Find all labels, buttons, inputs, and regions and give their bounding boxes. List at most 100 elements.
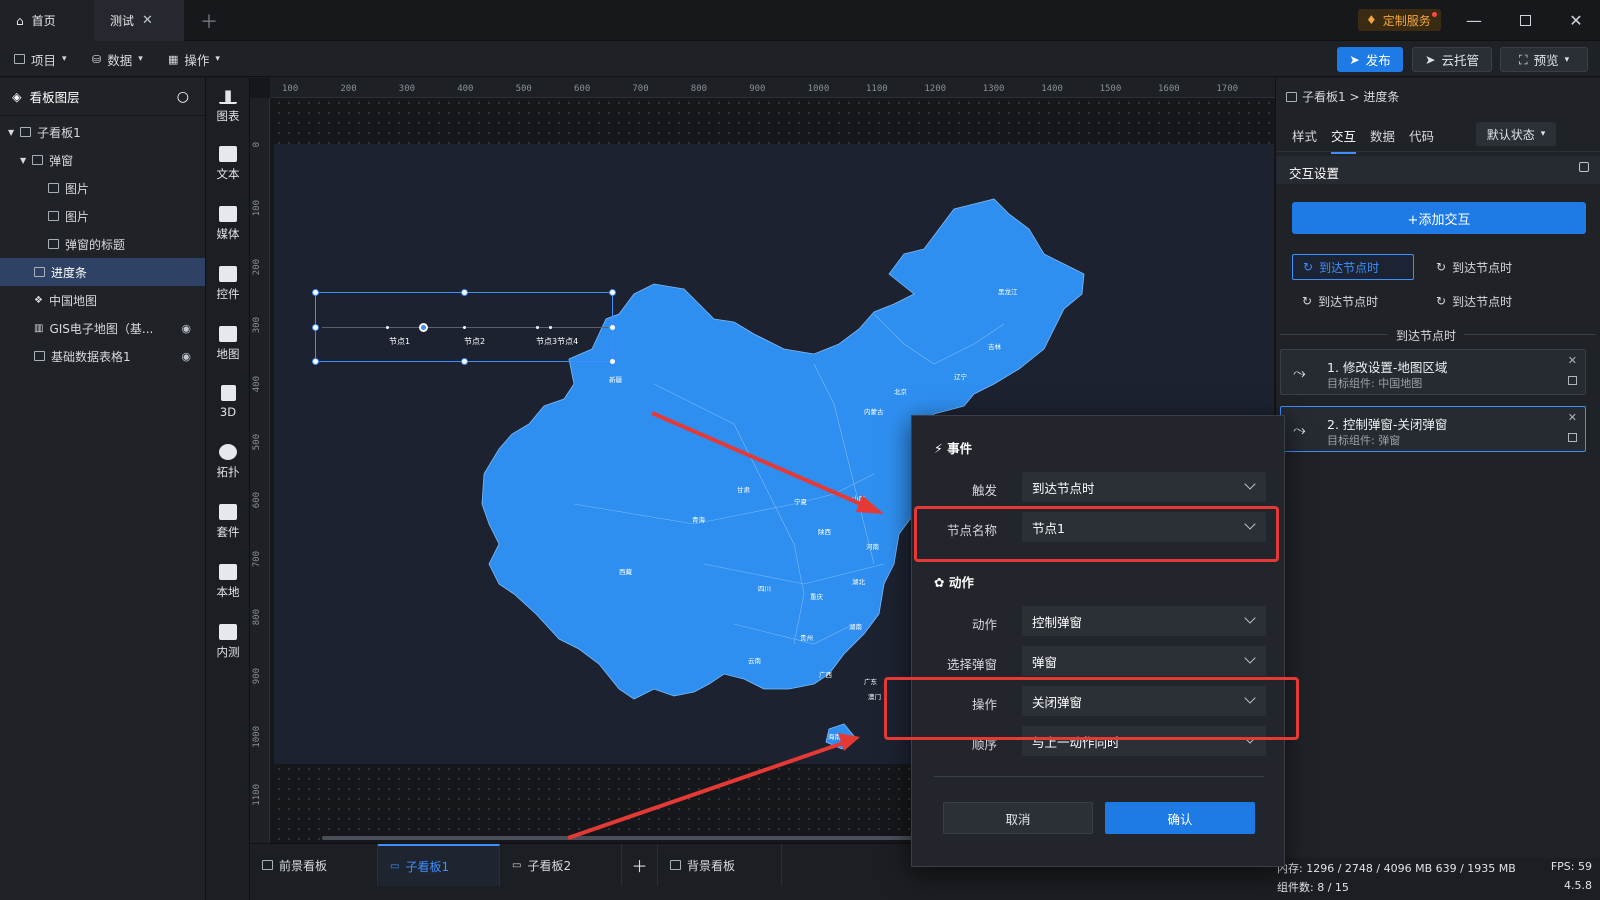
tab-style[interactable]: 样式 (1292, 126, 1317, 145)
chevron-down-icon: ▾ (1540, 129, 1546, 139)
menu-operation[interactable]: ▦ 操作 ▾ (168, 41, 220, 77)
comp-map[interactable]: 地图 (206, 316, 250, 372)
search-icon[interactable]: ○ (177, 89, 189, 105)
menu-data[interactable]: ⛁ 数据 ▾ (92, 41, 143, 77)
action-target: 目标组件: 弹窗 (1327, 434, 1401, 447)
trigger-select[interactable]: 到达节点时 (1022, 472, 1266, 502)
tree-item-gis-map[interactable]: ▥ GIS电子地图（基... ◉ (0, 314, 205, 342)
board-tab-background[interactable]: 背景看板 (658, 844, 782, 886)
close-icon[interactable]: ✕ (1568, 411, 1577, 424)
tree-item-image[interactable]: 图片 (0, 174, 205, 202)
ruler-tick-label: 500 (252, 434, 262, 451)
chevron-down-icon: ▾ (138, 54, 143, 64)
eye-off-icon[interactable]: ◉ (181, 322, 191, 335)
field-label: 动作 (971, 617, 997, 632)
tree-item-subboard1[interactable]: ▼ 子看板1 (0, 118, 205, 146)
progress-handle[interactable] (419, 323, 428, 332)
board-tab-foreground[interactable]: 前景看板 (250, 844, 378, 886)
cloud-hosting-button[interactable]: ➤ 云托管 (1412, 47, 1492, 72)
tab-test[interactable]: 测试 ✕ (94, 0, 184, 41)
confirm-button[interactable]: 确认 (1105, 802, 1255, 834)
resize-handle[interactable] (461, 358, 468, 365)
tab-home[interactable]: ⌂ 首页 (0, 0, 94, 41)
minimize-button[interactable]: — (1451, 0, 1497, 41)
progress-node-dot (386, 326, 389, 329)
add-board-button[interactable]: ＋ (622, 844, 658, 886)
status-bar: 内存: 1296 / 2748 / 4096 MB 639 / 1935 MB … (1275, 858, 1600, 900)
event-chip[interactable]: ↻ 到达节点时 (1292, 288, 1414, 314)
progress-bar-component[interactable]: 节点1 节点2 节点3节点4 (312, 289, 616, 365)
chevron-down-icon (1244, 652, 1256, 664)
comp-topology[interactable]: 拓扑 (206, 434, 250, 490)
tab-data[interactable]: 数据 (1370, 126, 1395, 145)
comp-control[interactable]: 控件 (206, 256, 250, 312)
comp-label: 控件 (216, 287, 240, 301)
comp-text[interactable]: 文本 (206, 136, 250, 192)
state-select[interactable]: 默认状态 ▾ (1476, 122, 1556, 146)
comp-media[interactable]: 媒体 (206, 196, 250, 252)
close-icon[interactable]: ✕ (142, 13, 153, 28)
eye-off-icon[interactable]: ◉ (181, 350, 191, 363)
resize-handle[interactable] (609, 358, 616, 365)
tab-code[interactable]: 代码 (1409, 126, 1434, 145)
text-icon (219, 146, 237, 162)
maximize-button[interactable] (1502, 0, 1548, 41)
tree-item-china-map[interactable]: ❖ 中国地图 (0, 286, 205, 314)
cancel-button[interactable]: 取消 (943, 802, 1093, 834)
caret-down-icon: ▼ (8, 127, 15, 137)
resize-handle[interactable] (312, 358, 319, 365)
interaction-section-header: 交互设置 (1276, 156, 1600, 184)
memory-readout: 内存: 1296 / 2748 / 4096 MB 639 / 1935 MB (1277, 862, 1516, 875)
board-tab-subboard2[interactable]: ▭ 子看板2 (500, 844, 622, 886)
ruler-tick-label: 1000 (807, 84, 830, 94)
action-card[interactable]: ⤳ 1. 修改设置-地图区域 目标组件: 中国地图 ✕ (1280, 349, 1586, 395)
resize-handle[interactable] (461, 289, 468, 296)
close-window-button[interactable]: ✕ (1553, 0, 1599, 41)
tree-item-popup-title[interactable]: 弹窗的标题 (0, 230, 205, 258)
comp-local[interactable]: 本地 (206, 554, 250, 610)
add-interaction-button[interactable]: +添加交互 (1292, 202, 1586, 234)
pointer-icon: ↻ (1302, 294, 1313, 308)
publish-button[interactable]: ➤ 发布 (1337, 47, 1403, 72)
comp-3d[interactable]: 3D (206, 374, 250, 430)
tree-item-image[interactable]: 图片 (0, 202, 205, 230)
comp-beta[interactable]: 内测 (206, 614, 250, 670)
tree-item-data-table[interactable]: 基础数据表格1 ◉ (0, 342, 205, 370)
comp-chart[interactable]: ▮ 图表 (206, 78, 250, 134)
resize-handle[interactable] (312, 289, 319, 296)
properties-panel: 子看板1 > 进度条 样式 交互 数据 代码 默认状态 ▾ 交互设置 +添加交互… (1275, 78, 1600, 900)
event-chip[interactable]: ↻ 到达节点时 (1292, 254, 1414, 280)
ruler-tick-label: 600 (574, 84, 591, 94)
horizontal-scrollbar[interactable] (322, 836, 922, 840)
resize-handle[interactable] (312, 324, 319, 331)
popup-select[interactable]: 弹窗 (1022, 646, 1266, 676)
resize-handle[interactable] (609, 289, 616, 296)
action-select[interactable]: 控制弹窗 (1022, 606, 1266, 636)
event-chip[interactable]: ↻ 到达节点时 (1426, 254, 1548, 280)
province-label: 云南 (748, 656, 762, 665)
text-icon (48, 239, 59, 249)
lock-icon[interactable] (1579, 162, 1589, 172)
tree-item-popup[interactable]: ▼ 弹窗 (0, 146, 205, 174)
tree-item-progress[interactable]: 进度条 (0, 258, 205, 286)
ruler-left: 0100200300400500600700800900100011001200 (250, 98, 270, 843)
highlight-box (884, 677, 1299, 740)
event-chip[interactable]: ↻ 到达节点时 (1426, 288, 1548, 314)
board-tab-subboard1[interactable]: ▭ 子看板1 (378, 844, 500, 886)
progress-node-label: 节点1 (389, 337, 411, 346)
tab-interaction[interactable]: 交互 (1331, 126, 1357, 154)
send-icon: ➤ (1349, 52, 1360, 67)
tree-item-label: 图片 (65, 181, 90, 196)
comp-kit[interactable]: 套件 (206, 494, 250, 550)
close-icon[interactable]: ✕ (1568, 354, 1577, 367)
copy-icon[interactable] (1568, 433, 1577, 442)
menu-project[interactable]: 项目 ▾ (14, 41, 67, 77)
action-card[interactable]: ⤳ 2. 控制弹窗-关闭弹窗 目标组件: 弹窗 ✕ (1280, 406, 1586, 452)
tree-item-label: 弹窗 (49, 153, 74, 168)
resize-handle[interactable] (609, 324, 616, 331)
custom-service-button[interactable]: ♦ 定制服务 (1358, 9, 1441, 31)
new-tab-button[interactable]: ＋ (190, 0, 226, 41)
copy-icon[interactable] (1568, 376, 1577, 385)
preview-button[interactable]: ⛶ 预览 ▾ (1500, 47, 1588, 72)
tree-item-label: 基础数据表格1 (51, 349, 131, 364)
